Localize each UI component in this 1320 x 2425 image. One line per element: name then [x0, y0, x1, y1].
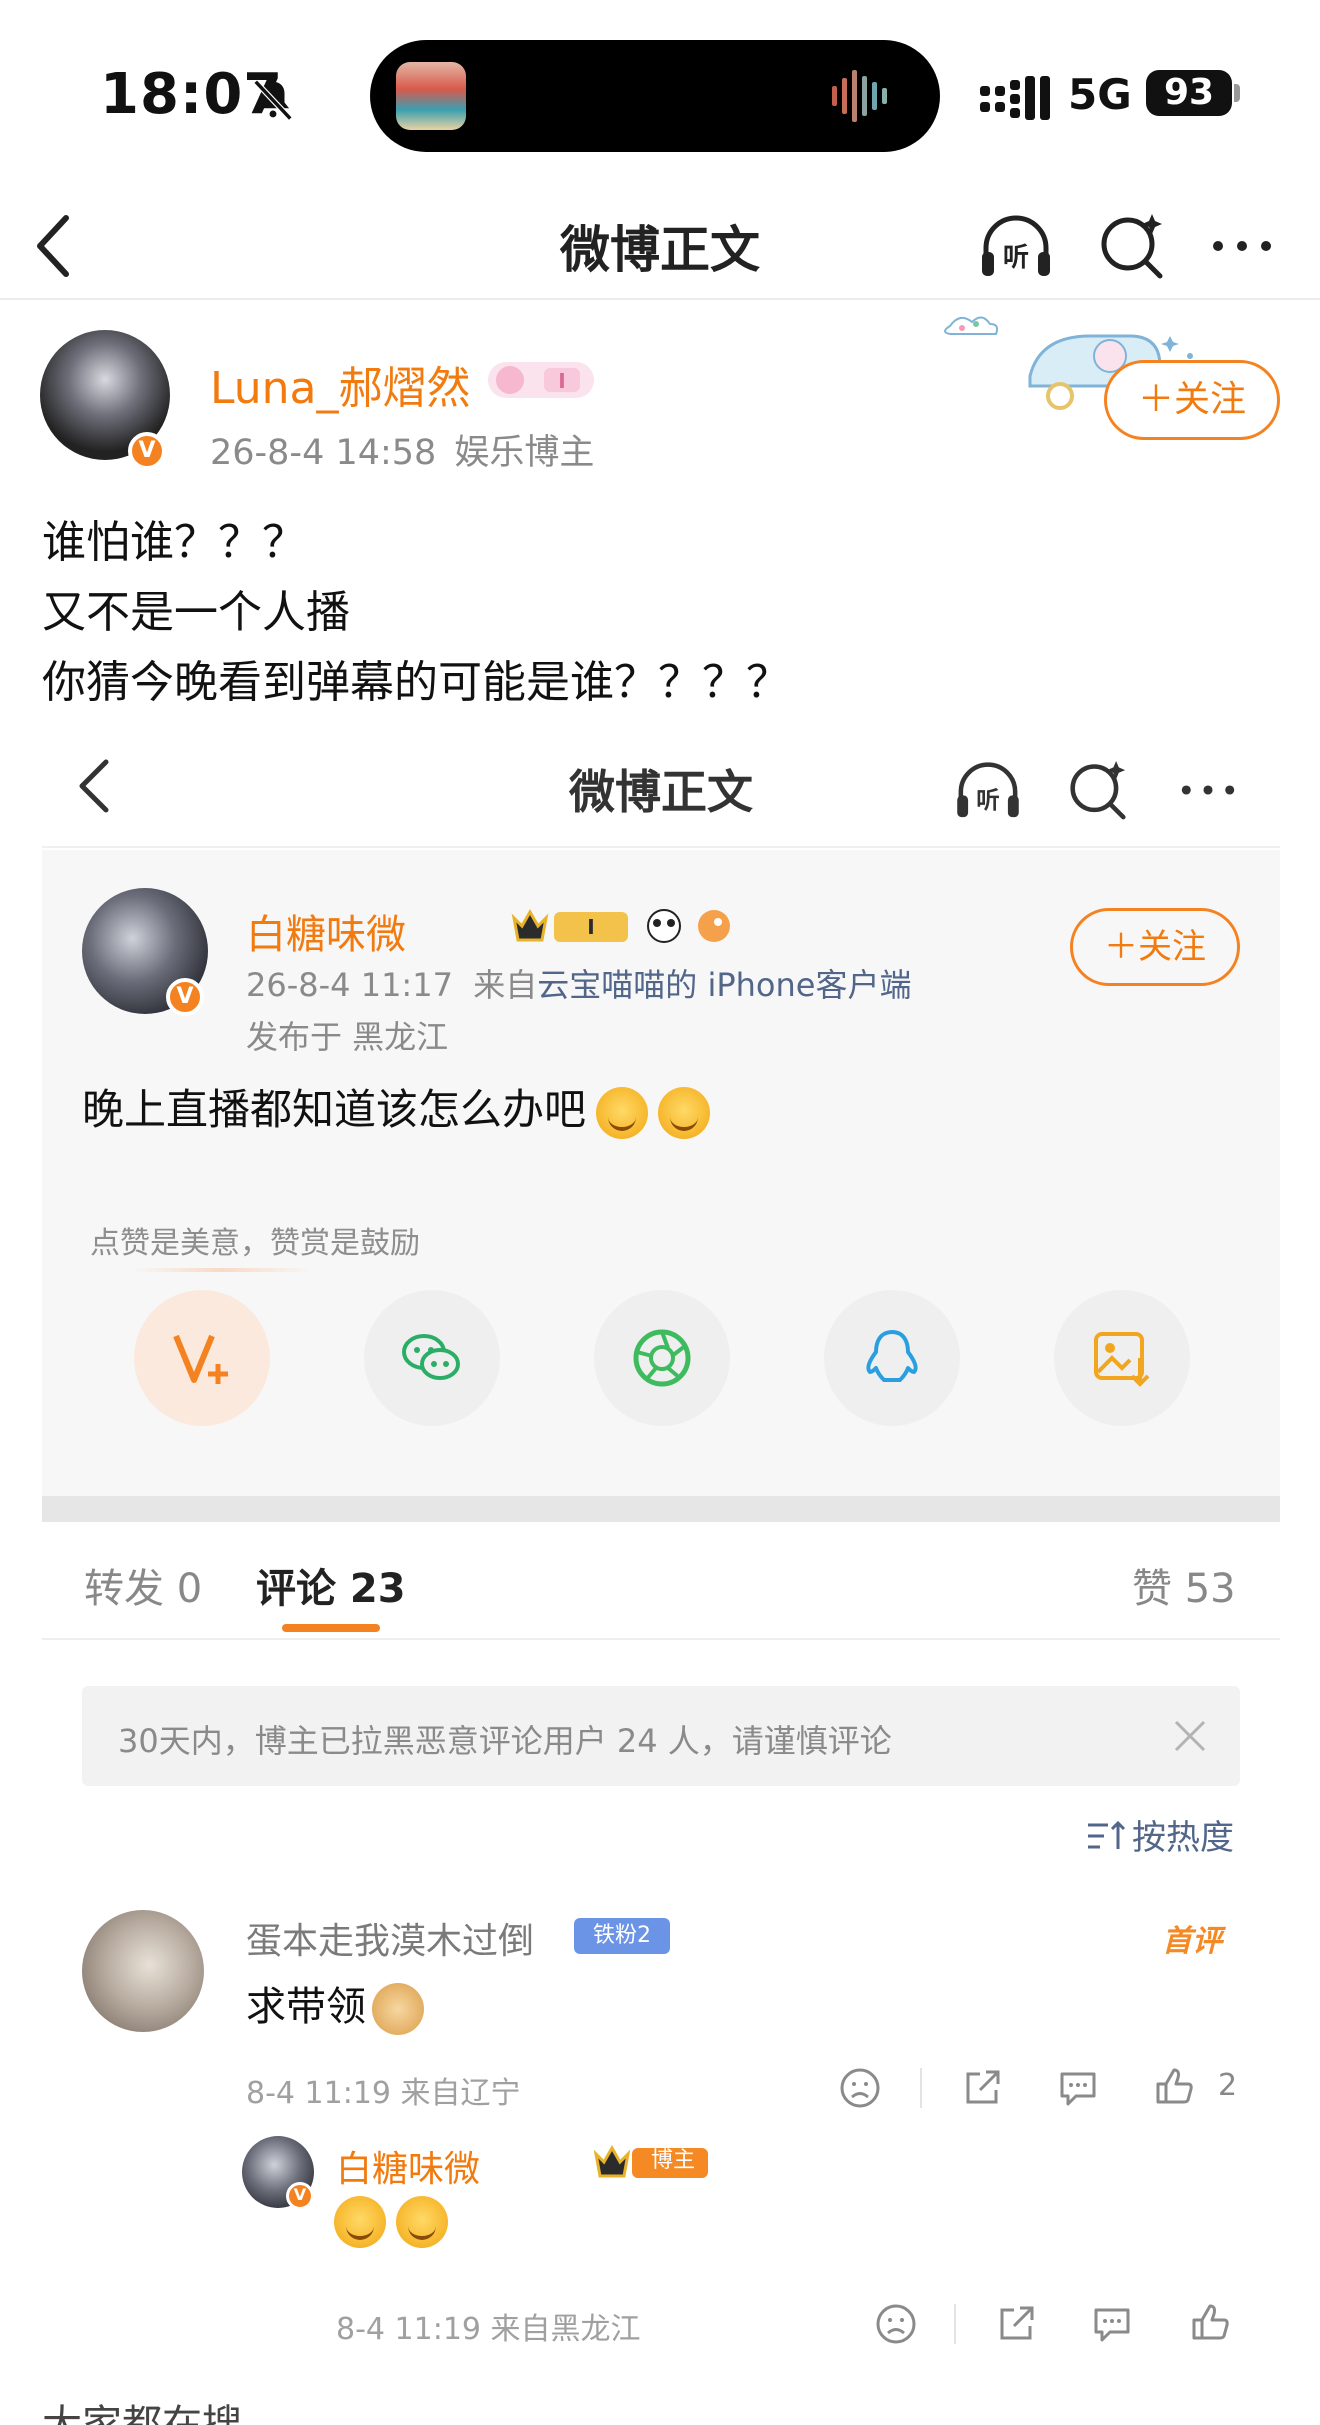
embedded-author-name: 白糖味微: [246, 912, 406, 958]
embedded-screenshot[interactable]: 微博正文 听 V 白糖味微 I 26-8-4 11:17 来自云宝喵喵的 iPh…: [42, 728, 1280, 2425]
tab-likes: 赞 53: [1132, 1566, 1236, 1612]
dislike-face-icon: [840, 2068, 880, 2108]
reward-v-plus-icon: [173, 1334, 228, 1384]
sort-label: 按热度: [1132, 1818, 1234, 1858]
qq-penguin-icon: [866, 1330, 918, 1382]
like-thumb-icon: [1192, 2304, 1229, 2340]
save-image-icon: [1094, 1332, 1150, 1387]
status-bar: 18:07 5G 93: [0, 0, 1320, 190]
doge-emoji-icon: [372, 1983, 424, 2035]
top-nav-bar: 微博正文 听: [0, 190, 1320, 300]
battery-tip: [1234, 84, 1240, 102]
listen-headphones-icon[interactable]: 听: [974, 204, 1058, 288]
embedded-nav-bar: 微博正文 听: [42, 728, 1280, 848]
follow-button[interactable]: ＋关注: [1104, 360, 1280, 440]
search-icon[interactable]: [1090, 204, 1174, 288]
embedded-post-body: 晚上直播都知道该怎么办吧: [82, 1085, 587, 1134]
member-badge-icon: I: [488, 362, 594, 398]
embedded-post-text: 晚上直播都知道该怎么办吧: [82, 1076, 711, 1139]
verified-badge-icon: V: [286, 2182, 314, 2210]
commenter-name: 蛋本走我漠木过倒: [246, 1921, 535, 1962]
embedded-post-date: 26-8-4 11:17: [246, 966, 453, 1004]
verified-badge-icon: V: [166, 978, 204, 1016]
tab-reposts: 转发 0: [84, 1566, 203, 1612]
listen-headphones-icon: 听: [957, 762, 1019, 818]
embedded-post: V 白糖味微 I 26-8-4 11:17 来自云宝喵喵的 iPhone客户端 …: [42, 850, 1280, 1498]
comment-body: 求带领: [246, 1984, 366, 2030]
share-qq-button: [824, 1290, 960, 1426]
trending-searches-label: 大家都在搜: [42, 2402, 242, 2425]
first-comment-tag: 首评: [1162, 1924, 1222, 1959]
like-count: 2: [1218, 2068, 1238, 2103]
reply-author-name: 白糖味微: [336, 2149, 481, 2190]
post-date: 26-8-4 14:58: [210, 433, 437, 473]
author-name[interactable]: Luna_郝熠然: [210, 352, 470, 416]
post-meta: 26-8-4 14:58 娱乐博主: [210, 424, 594, 475]
comment-text: 求带领: [246, 1974, 424, 2035]
reply-meta: 8-4 11:19 来自黑龙江: [336, 2312, 641, 2347]
reply-text: [334, 2196, 448, 2248]
action-separator: [920, 2068, 922, 2108]
share-moments-button: [594, 1290, 730, 1426]
more-options-icon[interactable]: [1200, 204, 1284, 288]
post-body: 谁怕谁？？？ 又不是一个人播 你猜今晚看到弹幕的可能是谁？？？？: [42, 508, 790, 718]
share-icon: [966, 2070, 1000, 2104]
cellular-signal-icon: [980, 76, 1050, 120]
fan-level-badge: 铁粉2: [574, 1918, 670, 1954]
section-divider: [42, 1496, 1280, 1522]
sort-icon: [1088, 1820, 1126, 1849]
svg-text:I: I: [587, 915, 594, 939]
close-icon: [1174, 1720, 1206, 1752]
reward-share-button: [134, 1290, 270, 1426]
reward-tip: 点赞是美意，赞赏是鼓励: [90, 1226, 420, 1261]
embedded-post-location: 发布于 黑龙江: [246, 1018, 449, 1056]
embedded-post-source: 云宝喵喵的 iPhone客户端: [537, 966, 912, 1004]
reply-bubble-icon: [1094, 2308, 1130, 2342]
battery-level: 93: [1146, 70, 1232, 116]
tip-divider: [132, 1268, 312, 1272]
now-playing-thumbnail: [396, 62, 466, 130]
embedded-post-meta: 26-8-4 11:17 来自云宝喵喵的 iPhone客户端: [246, 960, 911, 1006]
tab-comments: 评论 23: [256, 1566, 406, 1612]
silent-bell-icon: [253, 79, 293, 121]
author-tag: 娱乐博主: [454, 433, 595, 473]
user-badges-icon: I: [511, 908, 730, 943]
share-icon: [1000, 2306, 1034, 2340]
post-line: 你猜今晚看到弹幕的可能是谁？？？？: [42, 657, 790, 708]
moments-aperture-icon: [633, 1329, 691, 1387]
like-thumb-icon: [1156, 2068, 1193, 2104]
svg-text:听: 听: [1003, 243, 1029, 273]
network-type: 5G: [1068, 70, 1132, 119]
wechat-icon: [402, 1334, 460, 1380]
reply-bubble-icon: [1060, 2072, 1096, 2106]
commenter-avatar: [82, 1910, 204, 2032]
moderation-notice: 30天内，博主已拉黑恶意评论用户 24 人，请谨慎评论: [82, 1686, 1240, 1786]
action-separator: [954, 2304, 956, 2344]
dislike-face-icon: [876, 2304, 916, 2344]
verified-badge-icon: V: [128, 432, 166, 470]
save-image-button: [1054, 1290, 1190, 1426]
comment-tabs: 转发 0 评论 23 赞 53: [42, 1522, 1280, 1640]
grin-emoji-icon: [658, 1086, 711, 1139]
grin-emoji-icon: [334, 2196, 386, 2248]
notice-text: 30天内，博主已拉黑恶意评论用户 24 人，请谨慎评论: [118, 1722, 892, 1760]
post-line: 谁怕谁？？？: [42, 517, 306, 568]
more-options-icon: [1181, 785, 1235, 795]
post-line: 又不是一个人播: [42, 587, 350, 638]
svg-text:I: I: [558, 369, 565, 393]
search-icon: [1070, 761, 1126, 820]
sort-toggle: 按热度: [1086, 1810, 1234, 1859]
comment-meta: 8-4 11:19 来自辽宁: [246, 2076, 521, 2111]
active-tab-indicator: [282, 1624, 380, 1632]
reply-author-badge: 博主: [650, 2148, 695, 2173]
grin-emoji-icon: [596, 1086, 649, 1139]
audio-waveform-icon: [832, 70, 887, 122]
embedded-post-from: 来自: [473, 966, 538, 1004]
grin-emoji-icon: [396, 2196, 448, 2248]
share-wechat-button: [364, 1290, 500, 1426]
embedded-follow-button: ＋关注: [1070, 908, 1240, 986]
svg-text:听: 听: [976, 786, 1000, 814]
dynamic-island[interactable]: [370, 40, 940, 152]
